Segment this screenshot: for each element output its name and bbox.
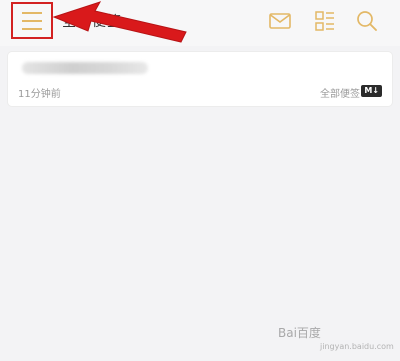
top-bar: 全部便签 [0,0,400,46]
mail-icon[interactable] [268,9,292,33]
baidu-watermark-logo: Bai百度 [278,326,321,340]
markdown-badge: M↓ [361,85,382,97]
layout-grid-icon[interactable] [313,9,337,33]
note-card[interactable]: 11分钟前 全部便签 M↓ [8,52,392,106]
annotation-arrow-icon [52,1,187,43]
baidu-watermark-url: jingyan.baidu.com [320,342,394,351]
note-timestamp: 11分钟前 [18,89,61,100]
hamburger-menu-icon [22,12,42,14]
note-preview-blurred [22,62,148,74]
search-icon[interactable] [355,9,379,33]
note-category: 全部便签 [320,89,360,100]
